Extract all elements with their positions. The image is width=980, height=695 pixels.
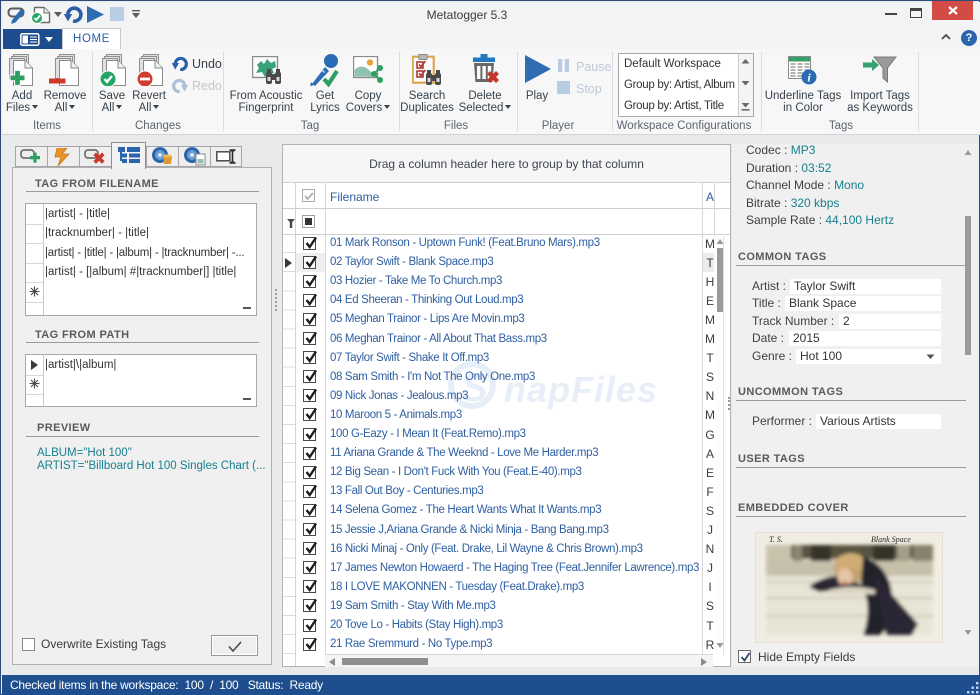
- svg-text:T. S.: T. S.: [769, 535, 783, 544]
- svg-text:Blank Space: Blank Space: [871, 535, 911, 544]
